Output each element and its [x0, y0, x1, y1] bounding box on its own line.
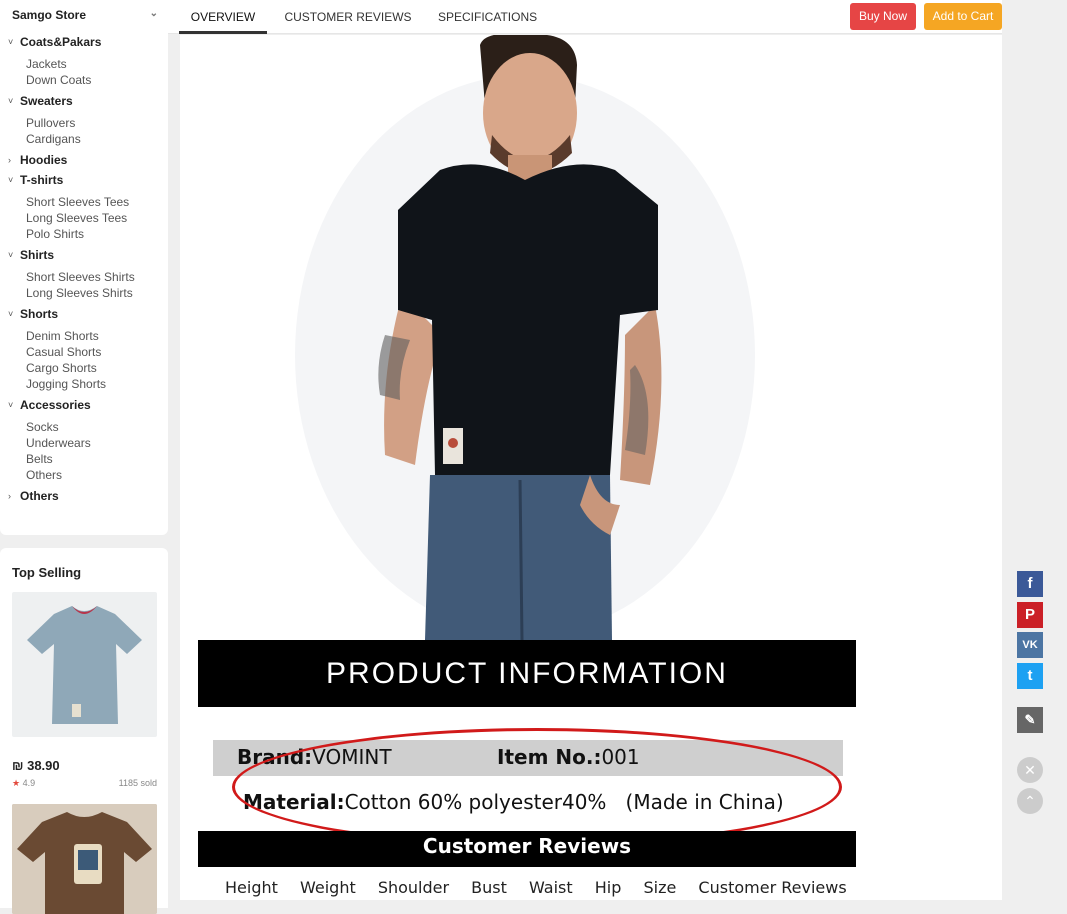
category-list: ˅ Coats&Pakars Jackets Down Coats ˅ Sweate…	[8, 34, 163, 505]
red-annotation-ellipse	[232, 728, 842, 846]
chevron-down-icon: ˅	[8, 400, 14, 410]
subcategory-item[interactable]: Short Sleeves Tees	[8, 194, 163, 210]
subcategory-item[interactable]: Casual Shorts	[8, 344, 163, 360]
category-sweaters[interactable]: ˅ Sweaters	[8, 93, 163, 110]
chevron-right-icon: ›	[8, 155, 11, 165]
subcategory-item[interactable]: Down Coats	[8, 72, 163, 88]
customer-reviews-banner: Customer Reviews	[198, 831, 856, 867]
chevron-down-icon: ˅	[8, 175, 14, 185]
subcategory-item[interactable]: Underwears	[8, 435, 163, 451]
subcategory-item[interactable]: Long Sleeves Tees	[8, 210, 163, 226]
facebook-share-icon[interactable]: f	[1017, 571, 1043, 597]
product-description: PRODUCT INFORMATION Brand:VOMINT Item No…	[180, 35, 1002, 900]
scroll-to-top-icon[interactable]: ⌃	[1017, 788, 1043, 814]
chevron-down-icon: ⌄	[149, 8, 158, 19]
subcategory-item[interactable]: Long Sleeves Shirts	[8, 285, 163, 301]
store-name-dropdown[interactable]: Samgo Store ⌄	[12, 8, 162, 24]
product-information-banner: PRODUCT INFORMATION	[198, 640, 856, 707]
subcategory-item[interactable]: Pullovers	[8, 115, 163, 131]
edit-pencil-icon[interactable]: ✎	[1017, 707, 1043, 733]
product-price: ₪ 38.90	[12, 758, 60, 773]
subcategory-item[interactable]: Short Sleeves Shirts	[8, 269, 163, 285]
subcategory-item[interactable]: Denim Shorts	[8, 328, 163, 344]
subcategory-item[interactable]: Jogging Shorts	[8, 376, 163, 392]
tab-overview[interactable]: OVERVIEW	[179, 0, 267, 34]
product-thumbnail[interactable]	[12, 804, 157, 914]
product-rating: ★ 4.9	[12, 778, 36, 788]
subcategory-item[interactable]: Jackets	[8, 56, 163, 72]
pinterest-share-icon[interactable]: P	[1017, 602, 1043, 628]
twitter-share-icon[interactable]: t	[1017, 663, 1043, 689]
tab-customer-reviews[interactable]: CUSTOMER REVIEWS (19)	[276, 0, 420, 58]
subcategory-item[interactable]: Socks	[8, 419, 163, 435]
column-bust: Bust	[471, 878, 507, 897]
subcategory-item[interactable]: Belts	[8, 451, 163, 467]
subcategory-item[interactable]: Polo Shirts	[8, 226, 163, 242]
column-waist: Waist	[529, 878, 573, 897]
model-photo	[180, 35, 1002, 641]
top-selling-panel: Top Selling ₪ 38.90 ★ 4.9 1185 sold	[0, 548, 168, 914]
column-shoulder: Shoulder	[377, 878, 450, 897]
store-name: Samgo Store	[12, 8, 87, 22]
subcategory-item[interactable]: Cargo Shorts	[8, 360, 163, 376]
category-shorts[interactable]: ˅ Shorts	[8, 306, 163, 323]
tshirt-image	[12, 804, 157, 914]
category-others[interactable]: › Others	[8, 488, 163, 505]
buy-now-button[interactable]: Buy Now	[850, 3, 916, 30]
product-thumbnail[interactable]	[12, 592, 157, 737]
chevron-down-icon: ˅	[8, 96, 14, 106]
chevron-down-icon: ˅	[8, 309, 14, 319]
category-accessories[interactable]: ˅ Accessories	[8, 397, 163, 414]
chevron-down-icon: ˅	[8, 250, 14, 260]
vk-share-icon[interactable]: VK	[1017, 632, 1043, 658]
star-icon: ★	[12, 778, 21, 788]
subcategory-item[interactable]: Others	[8, 467, 163, 483]
model-image	[295, 35, 755, 641]
column-weight: Weight	[299, 878, 356, 897]
category-coats[interactable]: ˅ Coats&Pakars	[8, 34, 163, 51]
subcategory-item[interactable]: Cardigans	[8, 131, 163, 147]
chevron-down-icon: ˅	[8, 37, 14, 47]
close-icon[interactable]: ✕	[1017, 757, 1043, 783]
product-sold-count: 1185 sold	[118, 778, 157, 788]
add-to-cart-button[interactable]: Add to Cart	[924, 3, 1002, 30]
category-hoodies[interactable]: › Hoodies	[8, 152, 163, 169]
chevron-right-icon: ›	[8, 491, 11, 501]
column-size: Size	[643, 878, 677, 897]
column-customer-reviews: Customer Reviews	[698, 878, 847, 897]
column-height: Height	[225, 878, 278, 897]
category-tshirts[interactable]: ˅ T-shirts	[8, 172, 163, 189]
tab-specifications[interactable]: SPECIFICATIONS	[438, 0, 537, 34]
top-selling-title: Top Selling	[12, 565, 82, 580]
store-category-panel: Samgo Store ⌄ ˅ Coats&Pakars Jackets Down…	[0, 0, 168, 535]
product-tab-bar: OVERVIEW CUSTOMER REVIEWS (19) SPECIFICA…	[168, 0, 1002, 58]
size-chart-header: Height Weight Shoulder Bust Waist Hip Si…	[225, 878, 864, 900]
column-hip: Hip	[594, 878, 622, 897]
category-shirts[interactable]: ˅ Shirts	[8, 247, 163, 264]
tshirt-image	[27, 606, 142, 724]
